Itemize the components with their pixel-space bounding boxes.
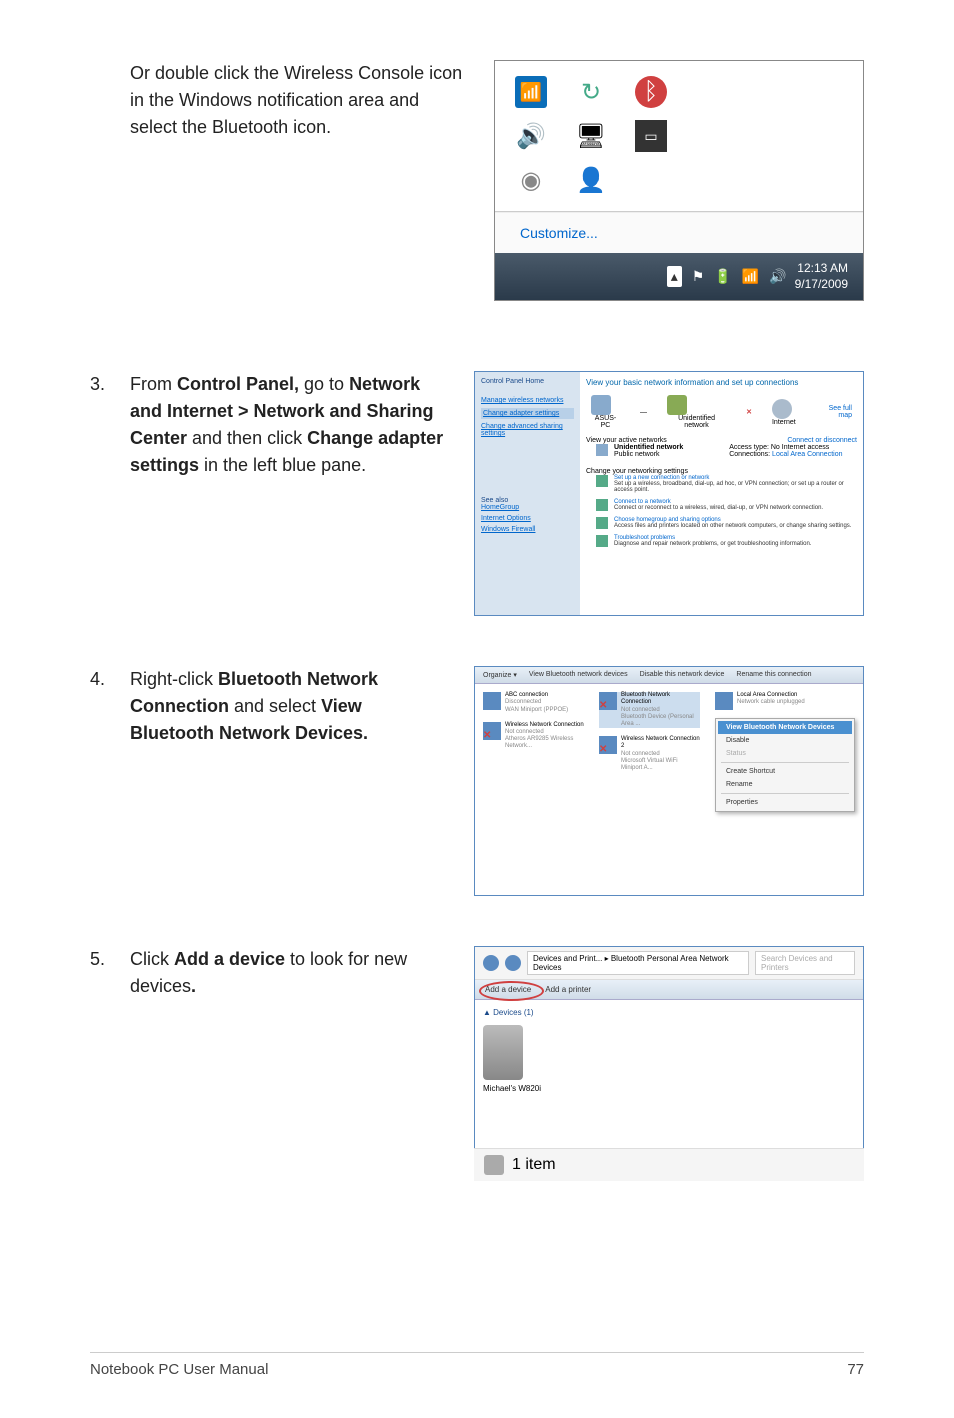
screenshot-system-tray: 📶 ↻ ᛒ 🔊 🖥 ▭ ◉ 👤 Customize... ▴ ⚑ 🔋 📶 🔊 xyxy=(494,60,864,301)
network-item-icon xyxy=(596,444,608,456)
connection-wireless-2[interactable]: ✕ Wireless Network Connection 2 Not conn… xyxy=(599,736,700,772)
tray-arrow-icon[interactable]: ▴ xyxy=(667,266,682,287)
connect-disconnect-link[interactable]: Connect or disconnect xyxy=(787,437,857,444)
footer-title: Notebook PC User Manual xyxy=(90,1361,268,1378)
network-node-icon xyxy=(667,395,687,415)
user-icon[interactable]: 👤 xyxy=(575,164,607,196)
screen-icon[interactable]: ▭ xyxy=(635,120,667,152)
disc-icon[interactable]: ◉ xyxy=(515,164,547,196)
menu-view-bluetooth-devices[interactable]: View Bluetooth Network Devices xyxy=(718,721,852,734)
screenshot-network-sharing-center: Control Panel Home Manage wireless netwo… xyxy=(474,371,864,616)
sidebar-title: Control Panel Home xyxy=(481,378,574,385)
menu-properties[interactable]: Properties xyxy=(718,796,852,809)
connection-lan[interactable]: Local Area Connection Network cable unpl… xyxy=(715,692,815,710)
step-4-number: 4. xyxy=(90,666,130,693)
step-3-number: 3. xyxy=(90,371,130,398)
breadcrumb[interactable]: Devices and Print... ▸ Bluetooth Persona… xyxy=(527,951,749,975)
sound-icon[interactable]: 🔊 xyxy=(769,268,786,285)
step-5-text: Click Add a device to look for new devic… xyxy=(130,946,474,1000)
menu-rename[interactable]: Rename xyxy=(718,778,852,791)
customize-link[interactable]: Customize... xyxy=(495,212,863,253)
step-5-number: 5. xyxy=(90,946,130,973)
bluetooth-icon[interactable]: ᛒ xyxy=(635,76,667,108)
device-item[interactable]: Michael's W820i xyxy=(483,1025,541,1093)
change-advanced-sharing-link[interactable]: Change advanced sharing settings xyxy=(481,423,574,437)
connection-abc[interactable]: ABC connection Disconnected WAN Miniport… xyxy=(483,692,584,714)
network-icon[interactable]: 📶 xyxy=(742,268,759,285)
this-pc-icon xyxy=(591,395,611,415)
footer-item-count: 1 item xyxy=(512,1156,556,1174)
intro-text: Or double click the Wireless Console ico… xyxy=(130,60,494,141)
add-printer-button[interactable]: Add a printer xyxy=(545,985,591,994)
windows-firewall-link[interactable]: Windows Firewall xyxy=(481,526,574,533)
rename-connection-button[interactable]: Rename this connection xyxy=(736,671,811,679)
context-menu: View Bluetooth Network Devices Disable S… xyxy=(715,718,855,812)
battery-icon[interactable]: 🔋 xyxy=(714,268,731,285)
see-also-label: See also xyxy=(481,497,574,504)
volume-icon[interactable]: 🔊 xyxy=(515,120,547,152)
footer-item-icon xyxy=(484,1155,504,1175)
internet-icon xyxy=(772,399,792,419)
wireless-console-icon[interactable]: 📶 xyxy=(515,76,547,108)
highlight-oval xyxy=(479,981,544,1001)
flag-icon[interactable]: ⚑ xyxy=(692,268,705,285)
devices-section-header[interactable]: ▲ Devices (1) xyxy=(483,1008,855,1017)
monitor-icon[interactable]: 🖥 xyxy=(575,120,607,152)
homegroup-icon xyxy=(596,517,608,529)
unknown-icon[interactable]: ↻ xyxy=(575,76,607,108)
internet-options-link[interactable]: Internet Options xyxy=(481,515,574,522)
manage-wireless-link[interactable]: Manage wireless networks xyxy=(481,397,574,404)
forward-button[interactable] xyxy=(505,955,521,971)
screenshot-network-connections: Organize ▾ View Bluetooth network device… xyxy=(474,666,864,896)
screenshot-devices-printers: Devices and Print... ▸ Bluetooth Persona… xyxy=(474,946,864,1181)
view-bluetooth-button[interactable]: View Bluetooth network devices xyxy=(529,671,628,679)
change-adapter-settings-link[interactable]: Change adapter settings xyxy=(481,408,574,419)
footer-page-number: 77 xyxy=(847,1361,864,1378)
menu-disable[interactable]: Disable xyxy=(718,734,852,747)
main-heading: View your basic network information and … xyxy=(586,378,857,387)
step-4-text: Right-click Bluetooth Network Connection… xyxy=(130,666,474,747)
search-input[interactable]: Search Devices and Printers xyxy=(755,951,855,975)
menu-create-shortcut[interactable]: Create Shortcut xyxy=(718,765,852,778)
step-3-text: From Control Panel, go to Network and In… xyxy=(130,371,474,479)
back-button[interactable] xyxy=(483,955,499,971)
add-device-button[interactable]: Add a device xyxy=(485,985,531,994)
menu-status: Status xyxy=(718,747,852,760)
connection-wireless[interactable]: ✕ Wireless Network Connection Not connec… xyxy=(483,722,584,751)
see-full-map-link[interactable]: See full map xyxy=(816,405,852,419)
troubleshoot-icon xyxy=(596,535,608,547)
setup-connection-icon xyxy=(596,475,608,487)
disable-device-button[interactable]: Disable this network device xyxy=(640,671,725,679)
organize-button[interactable]: Organize ▾ xyxy=(483,671,517,679)
phone-icon xyxy=(483,1025,523,1080)
connection-bluetooth[interactable]: ✕ Bluetooth Network Connection Not conne… xyxy=(599,692,700,728)
clock[interactable]: 12:13 AM 9/17/2009 xyxy=(795,261,848,292)
homegroup-link[interactable]: HomeGroup xyxy=(481,504,574,511)
connect-network-icon xyxy=(596,499,608,511)
